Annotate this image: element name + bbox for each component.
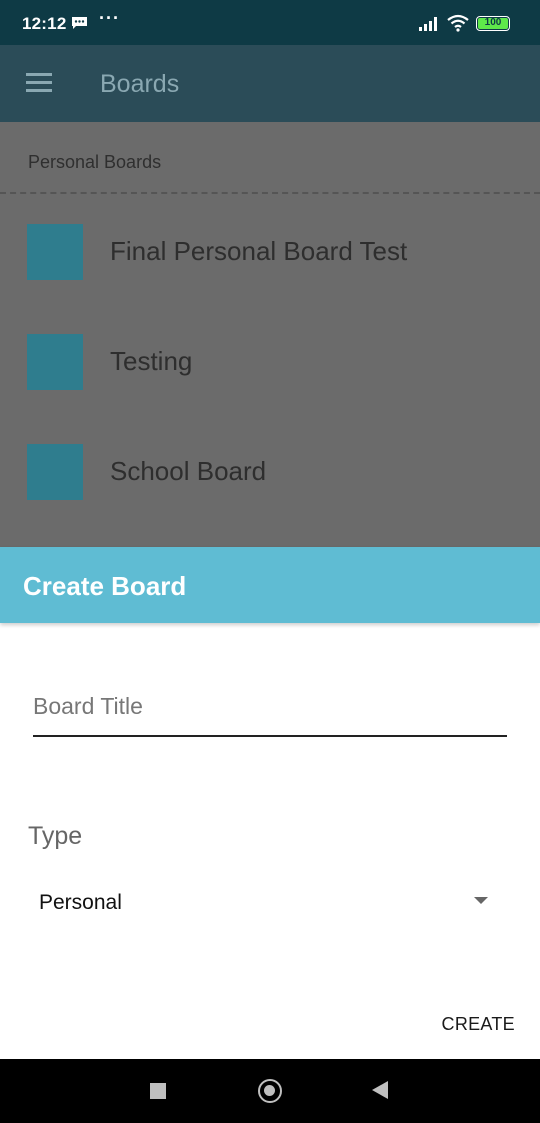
divider — [0, 192, 540, 194]
section-header: Personal Boards — [28, 152, 162, 172]
board-color-swatch — [27, 334, 83, 390]
menu-line — [26, 89, 52, 92]
menu-line — [26, 81, 52, 84]
battery-icon: 100 — [476, 16, 510, 31]
board-title: Final Personal Board Test — [110, 236, 408, 266]
status-bar: 12:12 ··· 100 — [0, 0, 540, 45]
dialog-header: Create Board — [0, 547, 540, 623]
home-icon[interactable] — [258, 1079, 282, 1103]
board-title-input[interactable] — [33, 687, 507, 737]
board-list-item[interactable]: Final Personal Board Test — [0, 224, 540, 334]
create-button[interactable]: CREATE — [442, 1014, 515, 1035]
back-icon[interactable] — [372, 1081, 388, 1099]
battery-level: 100 — [484, 17, 502, 28]
system-nav-bar — [0, 1059, 540, 1123]
dialog-title: Create Board — [23, 571, 187, 601]
type-label: Type — [28, 822, 83, 850]
board-color-swatch — [27, 224, 83, 280]
type-selected-value: Personal — [39, 891, 122, 914]
type-dropdown[interactable]: Personal — [28, 883, 498, 925]
wifi-icon — [447, 14, 469, 32]
page-title: Boards — [100, 70, 180, 98]
status-time: 12:12 — [22, 14, 67, 33]
dropdown-arrow-icon — [474, 897, 488, 904]
more-notifications-icon: ··· — [99, 8, 120, 28]
create-board-dialog: Create Board Type Personal CREATE — [0, 547, 540, 1059]
boards-list-overlay: Personal Boards Final Personal Board Tes… — [0, 122, 540, 547]
menu-line — [26, 73, 52, 76]
recent-apps-icon[interactable] — [150, 1083, 166, 1099]
board-list-item[interactable]: Testing — [0, 334, 540, 444]
board-list-item[interactable]: School Board — [0, 444, 540, 554]
board-title: School Board — [110, 456, 267, 486]
home-icon-dot — [264, 1085, 275, 1096]
hamburger-menu-icon[interactable] — [26, 73, 52, 93]
board-color-swatch — [27, 444, 83, 500]
app-bar: Boards — [0, 45, 540, 122]
signal-icon — [419, 17, 437, 31]
board-title: Testing — [110, 346, 193, 376]
message-icon — [72, 17, 87, 29]
